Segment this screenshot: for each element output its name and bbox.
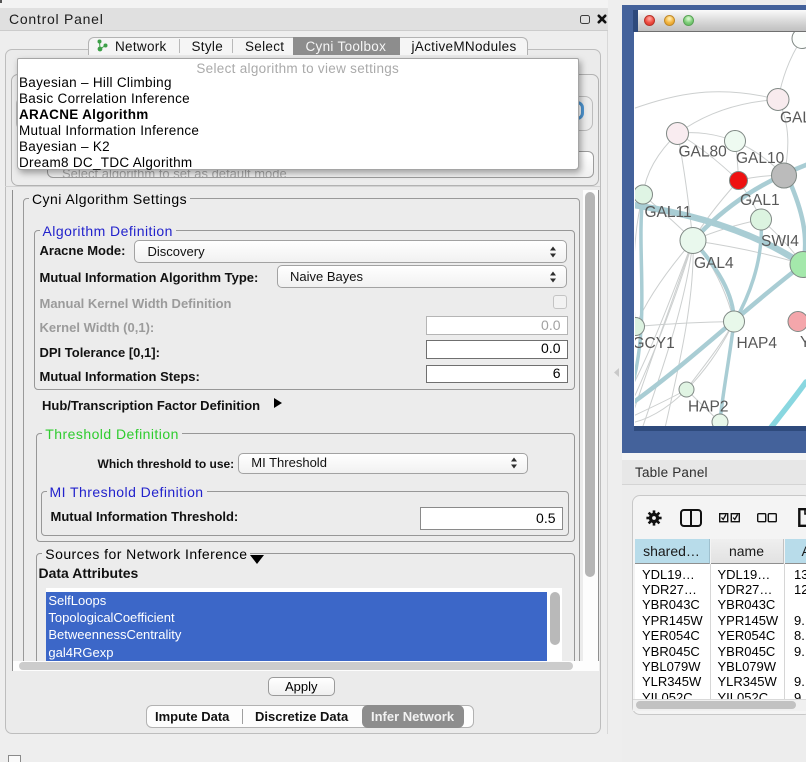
svg-text:GAL10: GAL10 bbox=[736, 150, 785, 167]
svg-text:GAL1: GAL1 bbox=[740, 192, 780, 209]
svg-text:GAL7: GAL7 bbox=[780, 109, 806, 126]
svg-text:GAL11: GAL11 bbox=[645, 204, 692, 221]
svg-text:HAP2: HAP2 bbox=[688, 398, 729, 415]
svg-text:Y: Y bbox=[800, 334, 806, 351]
svg-text:SWI4: SWI4 bbox=[761, 233, 799, 250]
svg-text:GAL80: GAL80 bbox=[679, 143, 728, 160]
svg-text:GCY1: GCY1 bbox=[635, 335, 675, 352]
svg-text:GAL4: GAL4 bbox=[694, 255, 734, 272]
svg-text:HAP4: HAP4 bbox=[737, 335, 778, 352]
